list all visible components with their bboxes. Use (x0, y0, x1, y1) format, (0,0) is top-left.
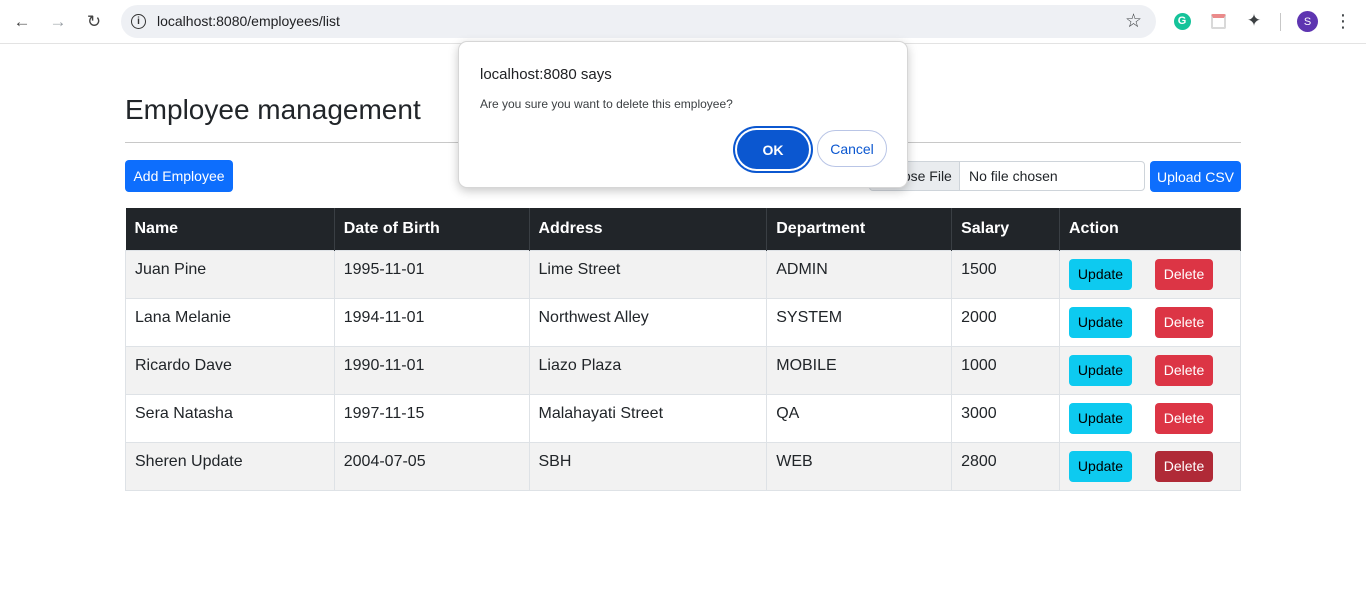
header-salary: Salary (951, 208, 1060, 250)
cell-salary: 2000 (961, 309, 997, 326)
update-button[interactable]: Update (1069, 450, 1132, 482)
reload-icon[interactable]: ↻ (80, 8, 108, 36)
cell-address: Liazo Plaza (538, 357, 622, 374)
address-bar[interactable]: i localhost:8080/employees/list ☆ (121, 5, 1156, 38)
cell-salary: 1000 (961, 357, 997, 374)
page-title: Employee management (125, 94, 421, 125)
cell-department: WEB (776, 453, 813, 470)
header-department: Department (766, 208, 953, 250)
cell-address: Malahayati Street (538, 405, 664, 422)
upload-csv-button[interactable]: Upload CSV (1150, 161, 1241, 192)
cell-address: Northwest Alley (538, 309, 649, 326)
file-name-label: No file chosen (969, 168, 1058, 184)
table-header-row: Name Date of Birth Address Department Sa… (125, 208, 1241, 250)
delete-button[interactable]: Delete (1155, 450, 1213, 482)
cell-department: QA (776, 405, 800, 422)
cell-name: Sheren Update (135, 453, 243, 470)
update-button[interactable]: Update (1069, 402, 1132, 434)
calendar-icon[interactable] (1207, 10, 1229, 32)
cell-address: Lime Street (538, 261, 621, 278)
dialog-message: Are you sure you want to delete this emp… (480, 97, 733, 111)
csv-file-input[interactable]: Choose File No file chosen (869, 161, 1145, 191)
ok-button[interactable]: OK (737, 130, 809, 169)
cell-name: Lana Melanie (135, 309, 232, 326)
menu-dots-icon[interactable]: ⋮ (1334, 9, 1352, 33)
cell-name: Juan Pine (135, 261, 207, 278)
browser-toolbar: ← → ↻ i localhost:8080/employees/list ☆ … (0, 0, 1366, 44)
delete-button[interactable]: Delete (1155, 354, 1213, 386)
cell-dob: 1990-11-01 (343, 357, 425, 374)
back-arrow-icon[interactable]: ← (8, 8, 36, 36)
employee-table: Name Date of Birth Address Department Sa… (125, 208, 1241, 491)
add-employee-button[interactable]: Add Employee (125, 160, 233, 192)
header-address: Address (529, 208, 768, 250)
grammarly-icon[interactable]: G (1171, 10, 1193, 32)
cell-dob: 1997-11-15 (343, 405, 425, 422)
cell-name: Ricardo Dave (135, 357, 232, 374)
avatar[interactable]: S (1297, 11, 1318, 32)
update-button[interactable]: Update (1069, 306, 1132, 338)
header-name: Name (125, 208, 335, 250)
cell-name: Sera Natasha (135, 405, 233, 422)
cell-dob: 1995-11-01 (343, 261, 425, 278)
star-icon[interactable]: ☆ (1125, 10, 1142, 33)
confirm-dialog: localhost:8080 says Are you sure you wan… (458, 41, 908, 188)
grammarly-letter: G (1173, 12, 1191, 30)
cell-address: SBH (538, 453, 572, 470)
cell-salary: 1500 (961, 261, 997, 278)
cell-dob: 1994-11-01 (343, 309, 425, 326)
table-row: Sera Natasha 1997-11-15 Malahayati Stree… (125, 393, 1241, 443)
cell-department: SYSTEM (776, 309, 843, 326)
delete-button[interactable]: Delete (1155, 402, 1213, 434)
table-row: Sheren Update 2004-07-05 SBH WEB 2800 Up… (125, 441, 1241, 491)
update-button[interactable]: Update (1069, 354, 1132, 386)
table-row: Lana Melanie 1994-11-01 Northwest Alley … (125, 297, 1241, 347)
toolbar-divider (1280, 13, 1281, 31)
cancel-button[interactable]: Cancel (817, 130, 887, 167)
cell-salary: 2800 (961, 453, 997, 470)
header-date-of-birth: Date of Birth (334, 208, 530, 250)
dialog-title: localhost:8080 says (480, 66, 612, 83)
puzzle-icon[interactable]: ✦ (1243, 10, 1265, 32)
url-text[interactable]: localhost:8080/employees/list (157, 13, 340, 29)
update-button[interactable]: Update (1069, 258, 1132, 290)
info-icon[interactable]: i (131, 14, 146, 29)
forward-arrow-icon[interactable]: → (44, 8, 72, 36)
cell-department: ADMIN (776, 261, 828, 278)
cell-department: MOBILE (776, 357, 837, 374)
header-action: Action (1059, 208, 1241, 250)
delete-button[interactable]: Delete (1155, 306, 1213, 338)
table-row: Juan Pine 1995-11-01 Lime Street ADMIN 1… (125, 249, 1241, 299)
cell-salary: 3000 (961, 405, 997, 422)
cell-dob: 2004-07-05 (343, 453, 426, 470)
table-row: Ricardo Dave 1990-11-01 Liazo Plaza MOBI… (125, 345, 1241, 395)
delete-button[interactable]: Delete (1155, 258, 1213, 290)
